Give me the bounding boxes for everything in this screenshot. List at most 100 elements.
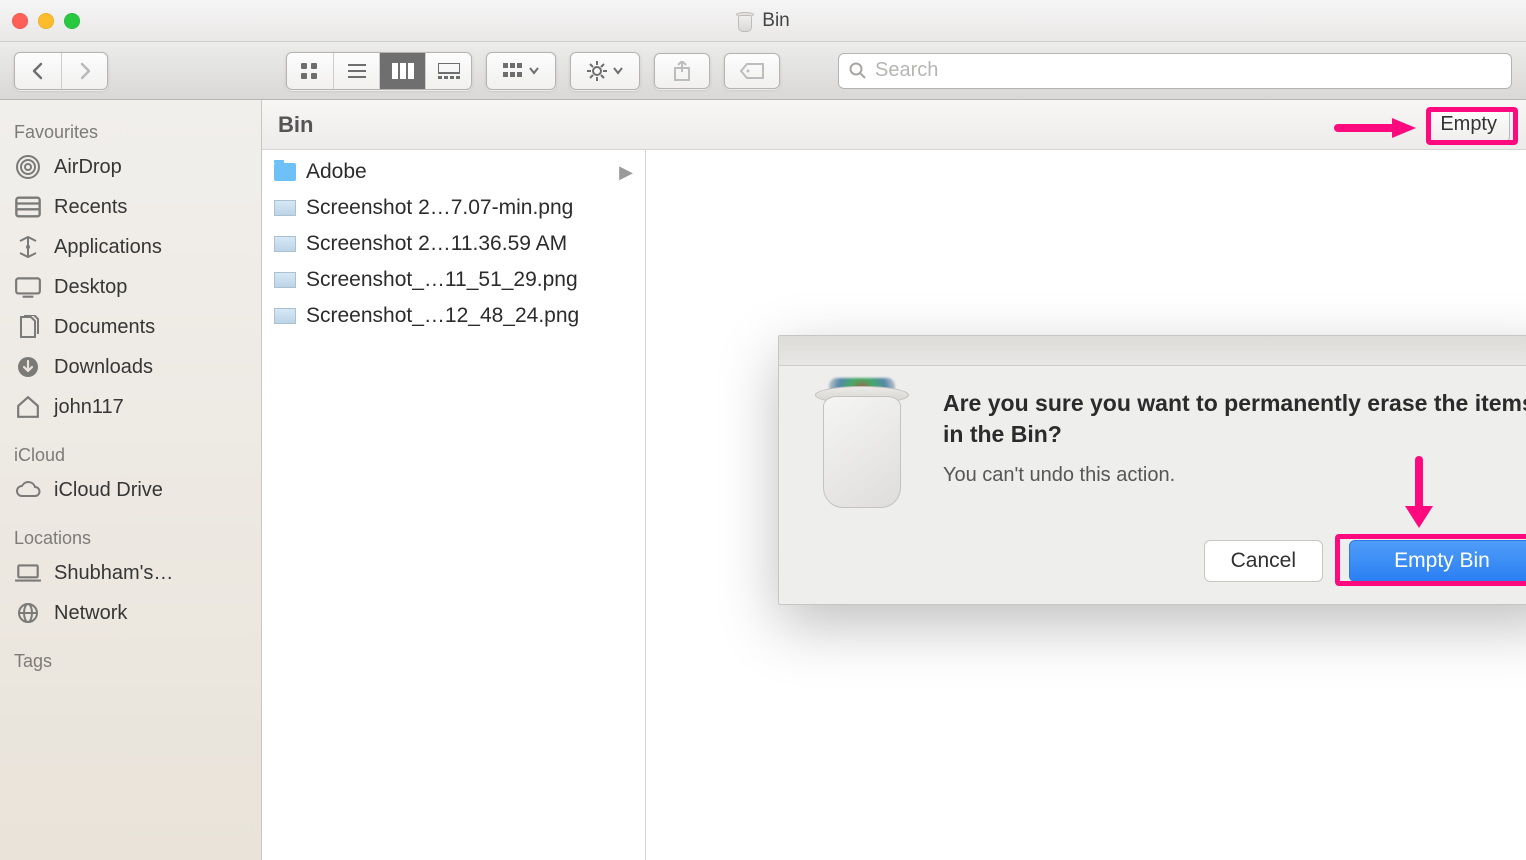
laptop-icon	[14, 561, 42, 585]
chevron-down-icon	[529, 67, 539, 75]
list-view-button[interactable]	[333, 53, 379, 89]
network-icon	[14, 601, 42, 625]
image-icon	[274, 200, 296, 216]
sidebar-item-network[interactable]: Network	[0, 593, 261, 633]
sidebar-item-label: Network	[54, 602, 127, 625]
tag-icon	[739, 62, 765, 80]
sidebar-item-downloads[interactable]: Downloads	[0, 347, 261, 387]
minimize-window-button[interactable]	[38, 13, 54, 29]
downloads-icon	[14, 355, 42, 379]
sidebar-item-label: Desktop	[54, 276, 127, 299]
sidebar-section-locations-label: Locations	[0, 520, 261, 553]
sidebar-item-label: john117	[54, 396, 124, 419]
trash-full-icon	[807, 378, 917, 508]
applications-icon	[14, 235, 42, 259]
file-row[interactable]: Screenshot 2…7.07-min.png	[262, 190, 645, 226]
tags-button[interactable]	[724, 53, 780, 89]
sidebar-item-airdrop[interactable]: AirDrop	[0, 147, 261, 187]
titlebar: Bin	[0, 0, 1526, 42]
column-view-button[interactable]	[379, 53, 425, 89]
sidebar: Favourites AirDrop Recents Applications …	[0, 100, 262, 860]
folder-icon	[274, 163, 296, 181]
empty-bin-button[interactable]: Empty	[1427, 108, 1510, 142]
icon-view-button[interactable]	[287, 53, 333, 89]
list-icon	[347, 63, 367, 79]
chevron-right-icon	[77, 62, 93, 80]
dialog-heading: Are you sure you want to permanently era…	[943, 388, 1526, 450]
window-body: Favourites AirDrop Recents Applications …	[0, 100, 1526, 860]
gear-icon	[587, 61, 607, 81]
action-button[interactable]	[570, 52, 640, 90]
file-row[interactable]: Screenshot_…12_48_24.png	[262, 298, 645, 334]
grid-small-icon	[503, 63, 523, 79]
cloud-icon	[14, 478, 42, 502]
nav-buttons	[14, 52, 108, 90]
confirm-empty-bin-button[interactable]: Empty Bin	[1349, 540, 1526, 582]
chevron-left-icon	[30, 62, 46, 80]
home-icon	[14, 395, 42, 419]
grid-icon	[300, 62, 320, 80]
trash-icon	[736, 10, 754, 32]
file-row[interactable]: Screenshot 2…11.36.59 AM	[262, 226, 645, 262]
sidebar-item-label: Downloads	[54, 356, 153, 379]
sidebar-section-tags-label: Tags	[0, 643, 261, 676]
main-area: Bin Empty Adobe ▶ Screenshot 2…7.07-min.…	[262, 100, 1526, 860]
sidebar-item-label: Applications	[54, 236, 162, 259]
documents-icon	[14, 315, 42, 339]
file-row[interactable]: Adobe ▶	[262, 154, 645, 190]
file-row[interactable]: Screenshot_…11_51_29.png	[262, 262, 645, 298]
file-name: Screenshot 2…7.07-min.png	[306, 196, 573, 220]
dialog-grip	[779, 336, 1526, 366]
back-button[interactable]	[15, 53, 61, 89]
empty-bin-dialog: Are you sure you want to permanently era…	[778, 335, 1526, 605]
finder-window: Bin	[0, 0, 1526, 860]
toolbar	[0, 42, 1526, 100]
columns-icon	[392, 63, 414, 79]
gallery-icon	[438, 63, 460, 79]
sidebar-item-computer[interactable]: Shubham's…	[0, 553, 261, 593]
image-icon	[274, 308, 296, 324]
cancel-button[interactable]: Cancel	[1204, 540, 1323, 582]
sidebar-item-applications[interactable]: Applications	[0, 227, 261, 267]
gallery-view-button[interactable]	[425, 53, 471, 89]
chevron-down-icon	[613, 67, 623, 75]
view-mode-buttons	[286, 52, 472, 90]
sidebar-item-desktop[interactable]: Desktop	[0, 267, 261, 307]
share-icon	[673, 61, 691, 81]
desktop-icon	[14, 275, 42, 299]
annotation-arrow-icon	[1334, 116, 1418, 140]
zoom-window-button[interactable]	[64, 13, 80, 29]
location-name: Bin	[278, 112, 313, 138]
search-icon	[849, 62, 867, 80]
file-name: Adobe	[306, 160, 367, 184]
sidebar-item-label: Shubham's…	[54, 562, 173, 585]
dialog-body: You can't undo this action.	[943, 464, 1526, 487]
sidebar-item-label: Recents	[54, 196, 127, 219]
file-name: Screenshot_…11_51_29.png	[306, 268, 578, 292]
file-name: Screenshot 2…11.36.59 AM	[306, 232, 567, 256]
chevron-right-icon: ▶	[619, 162, 633, 183]
sidebar-item-icloud-drive[interactable]: iCloud Drive	[0, 470, 261, 510]
sidebar-item-label: iCloud Drive	[54, 479, 163, 502]
recents-icon	[14, 195, 42, 219]
window-controls	[12, 13, 80, 29]
share-button[interactable]	[654, 53, 710, 89]
search-field[interactable]	[838, 53, 1512, 89]
sidebar-item-home[interactable]: john117	[0, 387, 261, 427]
window-title: Bin	[0, 10, 1526, 32]
sidebar-item-label: Documents	[54, 316, 155, 339]
file-name: Screenshot_…12_48_24.png	[306, 304, 579, 328]
arrange-button[interactable]	[486, 52, 556, 90]
sidebar-item-documents[interactable]: Documents	[0, 307, 261, 347]
close-window-button[interactable]	[12, 13, 28, 29]
file-column: Adobe ▶ Screenshot 2…7.07-min.png Screen…	[262, 150, 646, 860]
search-input[interactable]	[875, 59, 1501, 82]
airdrop-icon	[14, 155, 42, 179]
sidebar-section-icloud-label: iCloud	[0, 437, 261, 470]
sidebar-section-favourites-label: Favourites	[0, 114, 261, 147]
sidebar-item-recents[interactable]: Recents	[0, 187, 261, 227]
image-icon	[274, 236, 296, 252]
sidebar-item-label: AirDrop	[54, 156, 122, 179]
forward-button[interactable]	[61, 53, 107, 89]
image-icon	[274, 272, 296, 288]
